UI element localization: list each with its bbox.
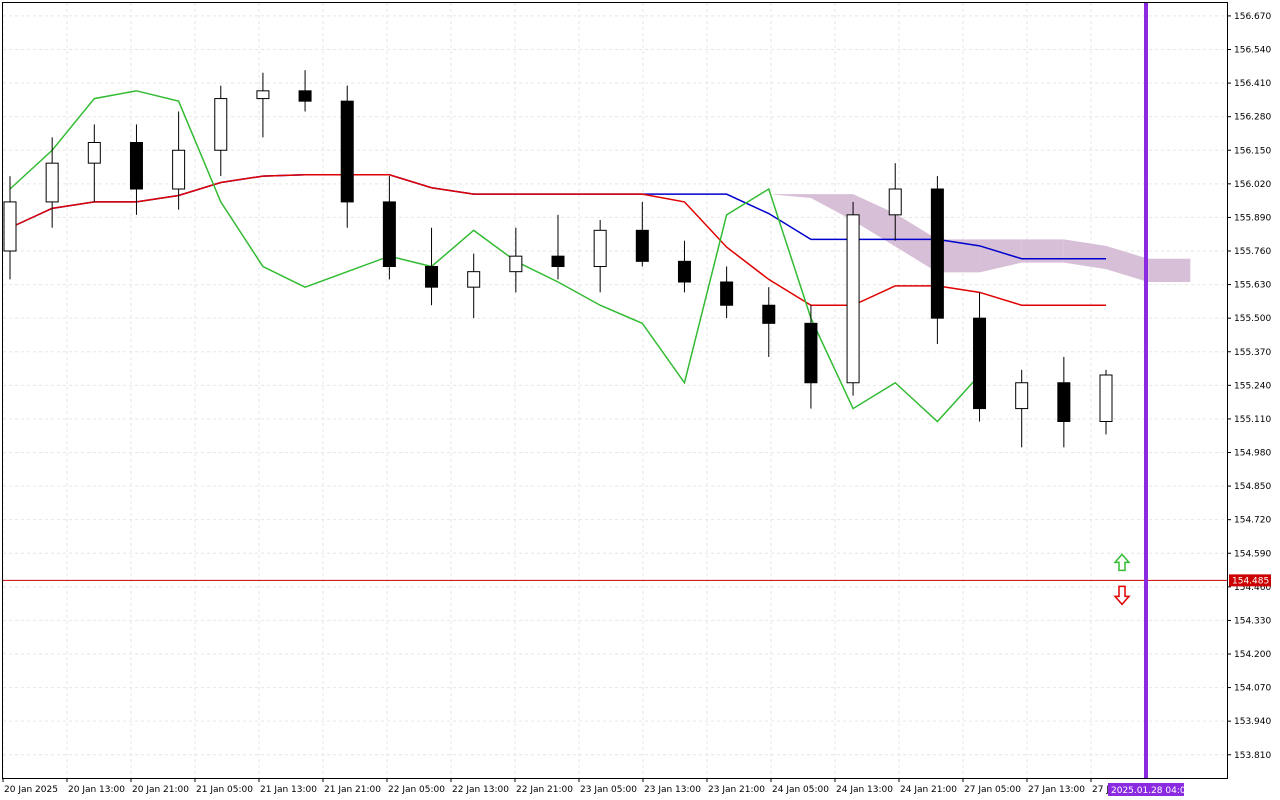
y-tick-label: 155.110 [1234, 415, 1271, 425]
y-tick-label: 156.410 [1234, 79, 1271, 89]
x-tick-label: 20 Jan 2025 [4, 785, 58, 795]
x-tick-label: 27 Jan 05:00 [964, 785, 1021, 795]
candle-body-down [930, 188, 944, 319]
current-time-label: 2025.01.28 04:00 [1111, 786, 1192, 796]
x-tick-label: 24 Jan 13:00 [836, 785, 893, 795]
candle-body-up [846, 214, 860, 384]
y-tick-label: 154.720 [1234, 516, 1271, 526]
x-tick-label: 24 Jan 21:00 [900, 785, 957, 795]
y-tick-label: 154.200 [1234, 650, 1271, 660]
y-tick-label: 154.590 [1234, 549, 1271, 559]
y-tick-label: 154.980 [1234, 449, 1271, 459]
y-tick-label: 155.760 [1234, 247, 1271, 257]
x-tick-label: 22 Jan 21:00 [516, 785, 573, 795]
y-tick-label: 155.630 [1234, 281, 1271, 291]
x-tick-label: 23 Jan 05:00 [580, 785, 637, 795]
y-tick-label: 155.240 [1234, 381, 1271, 391]
x-tick-label: 21 Jan 05:00 [196, 785, 253, 795]
candle-body-down [298, 90, 312, 102]
candle-body-down [762, 304, 776, 324]
y-tick-label: 153.810 [1234, 751, 1271, 761]
candle-body-down [340, 100, 354, 203]
y-tick-label: 156.150 [1234, 146, 1271, 156]
candle-body-up [214, 98, 228, 151]
current-price-label: 154.485 [1232, 576, 1269, 586]
y-tick-label: 155.500 [1234, 314, 1271, 324]
y-tick-label: 155.890 [1234, 213, 1271, 223]
candle-body-down [804, 322, 818, 384]
candle-body-down [1057, 382, 1071, 422]
candle-body-down [973, 317, 987, 410]
candle-body-down [677, 260, 691, 283]
candle-body-up [888, 188, 902, 216]
candle-body-up [1015, 382, 1029, 410]
candle-body-up [593, 229, 607, 267]
x-tick-label: 23 Jan 13:00 [644, 785, 701, 795]
candle-body-up [509, 255, 523, 273]
candle-body-down [635, 229, 649, 262]
candle-body-up [1099, 374, 1113, 422]
y-tick-label: 156.280 [1234, 113, 1271, 123]
y-tick-label: 156.020 [1234, 180, 1271, 190]
candle-body-up [172, 149, 186, 190]
price-chart[interactable]: 156.670 156.540 156.410 156.280 156.150 156.0… [0, 0, 1280, 800]
y-tick-label: 155.370 [1234, 348, 1271, 358]
x-tick-label: 21 Jan 13:00 [260, 785, 317, 795]
chart-background [0, 0, 1280, 800]
candle-body-down [551, 255, 565, 267]
y-tick-label: 156.670 [1234, 12, 1271, 22]
x-tick-label: 23 Jan 21:00 [708, 785, 765, 795]
y-tick-label: 156.540 [1234, 46, 1271, 56]
y-tick-label: 154.850 [1234, 482, 1271, 492]
candle-body-up [3, 201, 17, 252]
x-tick-label: 22 Jan 05:00 [388, 785, 445, 795]
candle[interactable] [846, 201, 860, 396]
x-tick-label: 27 J [1092, 785, 1109, 795]
x-tick-label: 27 Jan 13:00 [1028, 785, 1085, 795]
x-tick-label: 20 Jan 21:00 [132, 785, 189, 795]
candle-body-up [87, 142, 101, 164]
kumo-segment [1148, 258, 1191, 282]
y-tick-label: 154.070 [1234, 684, 1271, 694]
x-tick-label: 24 Jan 05:00 [772, 785, 829, 795]
candle-body-up [467, 271, 481, 288]
candle-body-up [45, 162, 59, 203]
candle-body-down [720, 281, 734, 306]
candle-body-down [129, 142, 143, 190]
x-tick-label: 22 Jan 13:00 [452, 785, 509, 795]
candle-body-down [382, 201, 396, 268]
candle-body-up [256, 90, 270, 100]
x-tick-label: 21 Jan 21:00 [324, 785, 381, 795]
y-tick-label: 153.940 [1234, 717, 1271, 727]
candle-body-down [425, 266, 439, 288]
y-tick-label: 154.330 [1234, 616, 1271, 626]
x-tick-label: 20 Jan 13:00 [68, 785, 125, 795]
